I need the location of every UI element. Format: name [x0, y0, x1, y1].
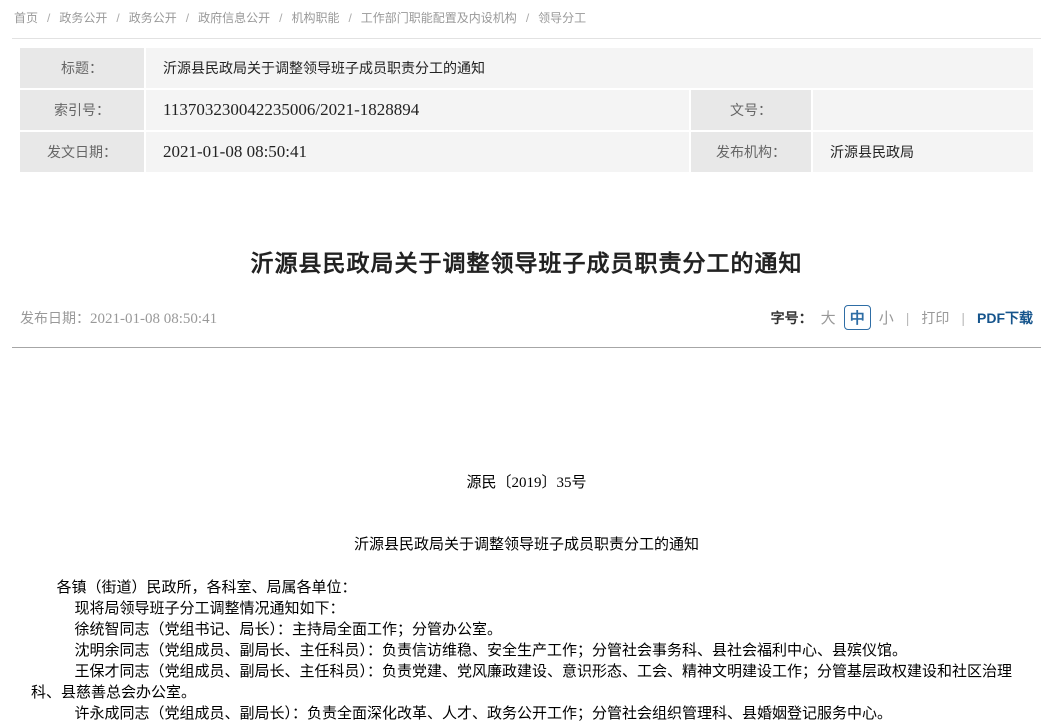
- font-size-large-button[interactable]: 大: [821, 307, 836, 328]
- publish-date: 发布日期：2021-01-08 08:50:41: [20, 308, 217, 328]
- info-table: 标题： 沂源县民政局关于调整领导班子成员职责分工的通知 索引号： 1137032…: [20, 48, 1033, 172]
- breadcrumb-separator: /: [348, 11, 351, 25]
- article-controls: 字号： 大 中 小 | 打印 | PDF下载: [771, 305, 1033, 330]
- breadcrumb-separator: /: [186, 11, 189, 25]
- document-paragraph: 许永成同志（党组成员、副局长）：负责全面深化改革、人才、政务公开工作；分管社会组…: [31, 704, 1040, 725]
- doc-number-value: [813, 90, 1033, 130]
- font-size-medium-button[interactable]: 中: [844, 305, 871, 330]
- document-paragraph: 现将局领导班子分工调整情况通知如下：: [31, 599, 1040, 620]
- article-meta-row: 发布日期：2021-01-08 08:50:41 字号： 大 中 小 | 打印 …: [20, 305, 1033, 330]
- title-value: 沂源县民政局关于调整领导班子成员职责分工的通知: [146, 48, 1033, 88]
- breadcrumb-item: 领导分工: [538, 11, 586, 25]
- breadcrumb-item[interactable]: 政务公开: [129, 11, 177, 25]
- document-title: 沂源县民政局关于调整领导班子成员职责分工的通知: [0, 536, 1053, 555]
- index-number-label: 索引号：: [20, 90, 144, 130]
- breadcrumb-separator: /: [116, 11, 119, 25]
- breadcrumb: 首页 / 政务公开 / 政务公开 / 政府信息公开 / 机构职能 / 工作部门职能配置及内设机构 / 领…: [0, 0, 1053, 26]
- page-title: 沂源县民政局关于调整领导班子成员职责分工的通知: [30, 244, 1023, 278]
- font-size-small-button[interactable]: 小: [879, 307, 894, 328]
- publisher-value: 沂源县民政局: [813, 132, 1033, 172]
- print-button[interactable]: 打印: [921, 308, 949, 328]
- breadcrumb-item[interactable]: 政府信息公开: [198, 11, 270, 25]
- title-label: 标题：: [20, 48, 144, 88]
- doc-number-label: 文号：: [691, 90, 811, 130]
- document-paragraph: 沈明余同志（党组成员、副局长、主任科员）：负责信访维稳、安全生产工作；分管社会事…: [31, 641, 1040, 662]
- breadcrumb-separator: /: [526, 11, 529, 25]
- document-paragraph: 王保才同志（党组成员、副局长、主任科员）：负责党建、党风廉政建设、意识形态、工会…: [31, 662, 1040, 704]
- breadcrumb-item[interactable]: 首页: [14, 11, 38, 25]
- document-paragraph: 徐统智同志（党组书记、局长）：主持局全面工作；分管办公室。: [31, 620, 1040, 641]
- document-ref-number: 源民〔2019〕35号: [0, 474, 1053, 493]
- breadcrumb-item[interactable]: 工作部门职能配置及内设机构: [361, 11, 517, 25]
- content-divider: [12, 347, 1041, 348]
- issue-date-label: 发文日期：: [20, 132, 144, 172]
- pdf-download-button[interactable]: PDF下载: [977, 308, 1033, 328]
- breadcrumb-separator: /: [47, 11, 50, 25]
- publisher-label: 发布机构：: [691, 132, 811, 172]
- index-number-value: 113703230042235006/2021-1828894: [146, 90, 689, 130]
- publish-date-label: 发布日期：: [20, 310, 90, 326]
- breadcrumb-item[interactable]: 政务公开: [59, 11, 107, 25]
- document-body: 各镇（街道）民政所，各科室、局属各单位：现将局领导班子分工调整情况通知如下：徐统…: [31, 578, 1040, 725]
- document-paragraph: 各镇（街道）民政所，各科室、局属各单位：: [31, 578, 1040, 599]
- document-content: 源民〔2019〕35号 沂源县民政局关于调整领导班子成员职责分工的通知 各镇（街…: [0, 474, 1053, 725]
- controls-separator: |: [961, 310, 965, 326]
- breadcrumb-item[interactable]: 机构职能: [291, 11, 339, 25]
- breadcrumb-separator: /: [279, 11, 282, 25]
- controls-separator: |: [906, 310, 910, 326]
- font-size-label: 字号：: [771, 308, 813, 328]
- breadcrumb-divider: [12, 38, 1041, 39]
- publish-date-value: 2021-01-08 08:50:41: [90, 311, 217, 327]
- issue-date-value: 2021-01-08 08:50:41: [146, 132, 689, 172]
